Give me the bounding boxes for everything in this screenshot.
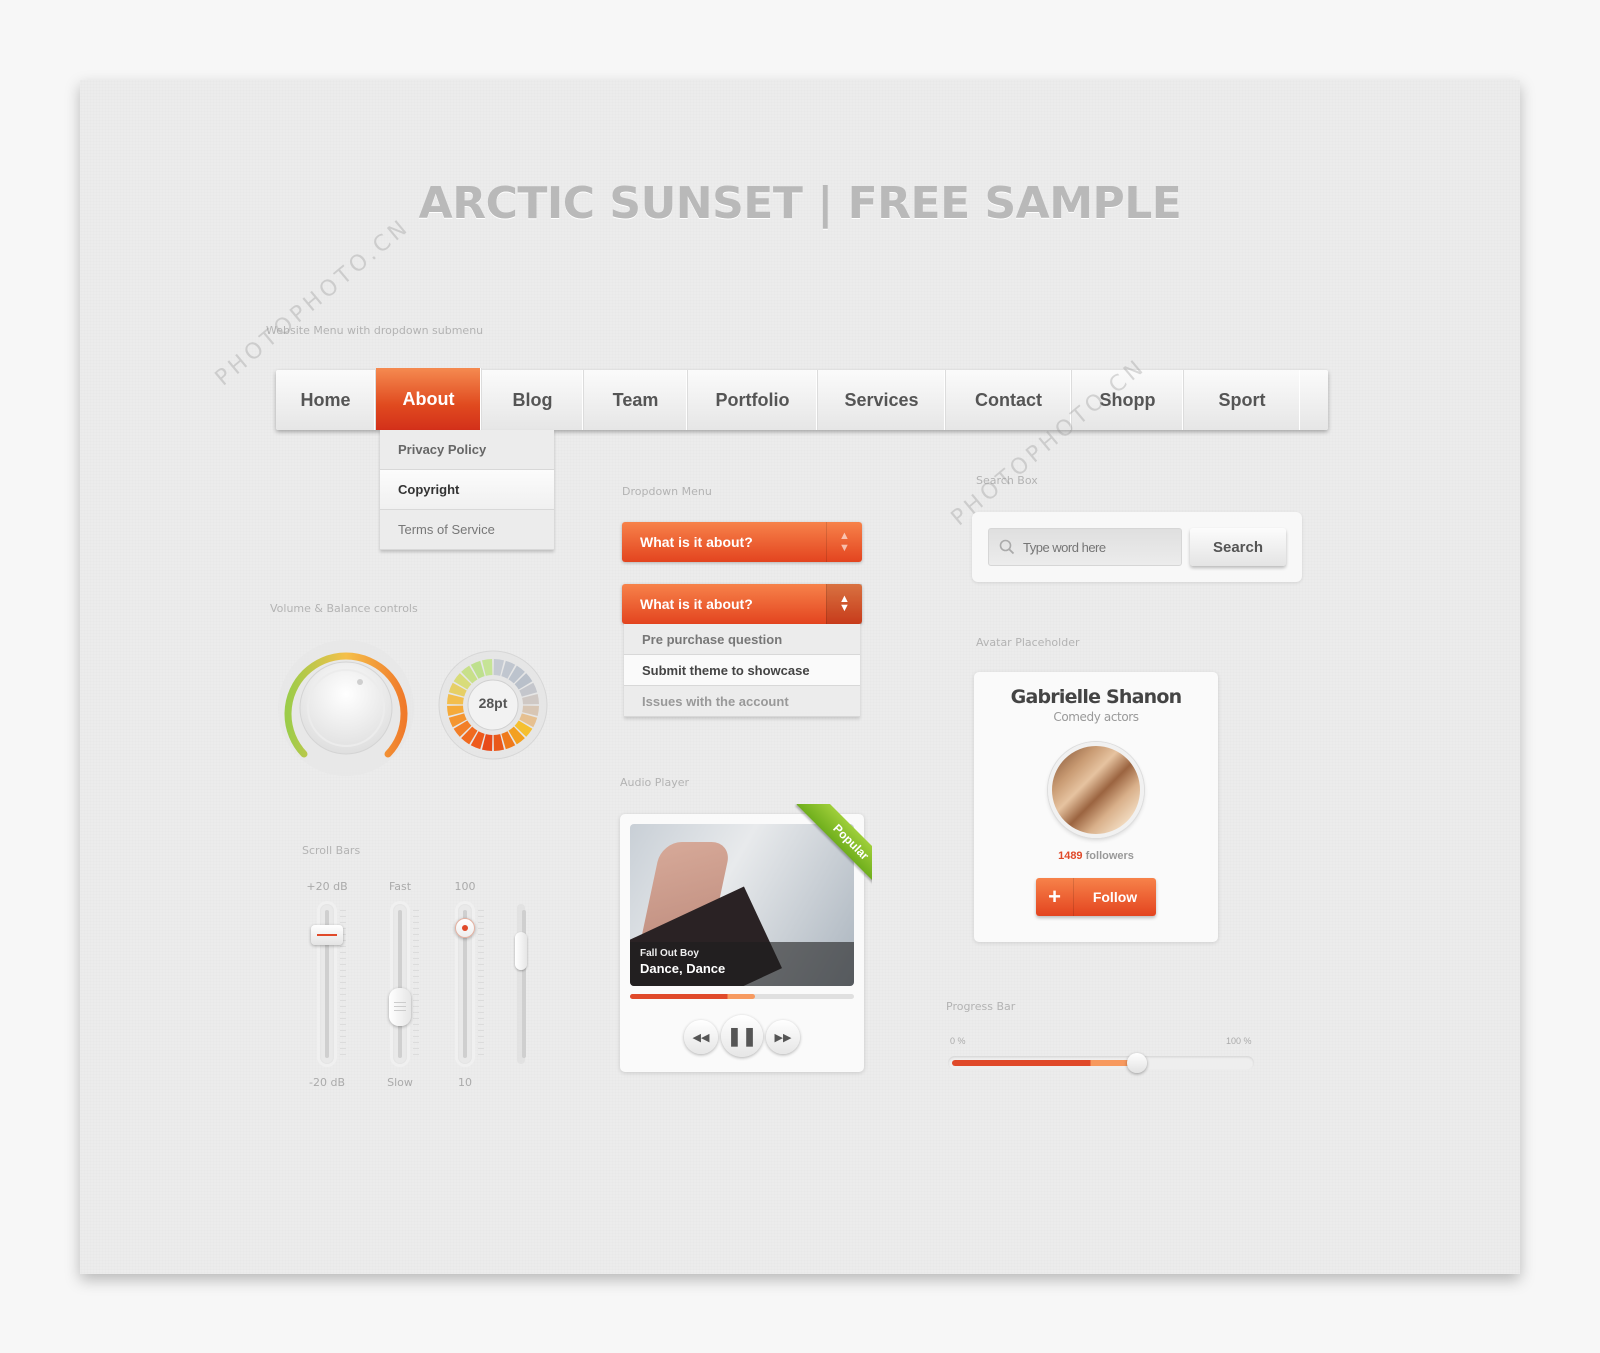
progress-section-label: Progress Bar <box>946 1000 1016 1013</box>
dropdown-options: Pre purchase question Submit theme to sh… <box>624 624 860 717</box>
profile-role: Comedy actors <box>1053 710 1139 724</box>
progress-min-label: 0 % <box>950 1036 966 1046</box>
dropdown-closed[interactable]: What is it about? ▲ ▼ <box>622 522 862 562</box>
scrollbar-thumb[interactable] <box>515 932 527 970</box>
dropdown-option[interactable]: Pre purchase question <box>624 624 860 655</box>
slider-min-label: 10 <box>458 1076 472 1089</box>
nav-item-contact[interactable]: Contact <box>946 370 1072 430</box>
follow-button[interactable]: + Follow <box>1036 878 1156 916</box>
popular-badge: Popular <box>796 804 872 896</box>
search-section-label: Search Box <box>976 474 1038 487</box>
page-title: ARCTIC SUNSET | FREE SAMPLE <box>418 178 1182 229</box>
nav-item-about[interactable]: About <box>376 368 482 430</box>
rewind-button[interactable]: ◀◀ <box>684 1020 718 1054</box>
controls-section-label: Volume & Balance controls <box>270 602 418 615</box>
plus-icon: + <box>1036 878 1074 916</box>
profile-name: Gabrielle Shanon <box>1010 686 1182 708</box>
track-caption: Fall Out Boy Dance, Dance <box>630 942 854 986</box>
slider-thumb[interactable] <box>389 988 411 1026</box>
updown-arrow-icon: ▲ ▼ <box>826 584 862 624</box>
nav-item-home[interactable]: Home <box>276 370 376 430</box>
dropdown-open[interactable]: What is it about? ▲ ▼ <box>622 584 862 624</box>
popular-ribbon: Popular <box>780 804 872 896</box>
avatar[interactable] <box>1048 742 1144 838</box>
pause-button[interactable]: ❚❚ <box>721 1015 763 1057</box>
submenu-item-copyright[interactable]: Copyright <box>380 470 554 510</box>
slider-max-label: Fast <box>388 880 412 893</box>
slider-ticks <box>478 910 484 1060</box>
updown-arrow-icon: ▲ ▼ <box>826 522 862 562</box>
speed-slider[interactable] <box>393 904 407 1064</box>
watermark: PHOTOPHOTO.CN <box>210 213 415 392</box>
avatar-section-label: Avatar Placeholder <box>976 636 1080 649</box>
nav-section-label: Website Menu with dropdown submenu <box>266 324 484 337</box>
dropdown-option[interactable]: Submit theme to showcase <box>624 655 860 686</box>
slider-max-label: 100 <box>454 880 476 893</box>
search-field <box>988 528 1182 566</box>
audio-progress-fill <box>630 994 756 999</box>
about-submenu: Privacy Policy Copyright Terms of Servic… <box>380 430 554 550</box>
profile-card: Gabrielle Shanon Comedy actors 1489 foll… <box>974 672 1218 942</box>
search-input[interactable] <box>1023 539 1173 555</box>
audio-progress-track[interactable] <box>630 994 854 999</box>
track-title: Dance, Dance <box>640 961 726 976</box>
submenu-item-terms[interactable]: Terms of Service <box>380 510 554 550</box>
progress-bar[interactable] <box>948 1053 1254 1073</box>
search-box: Search <box>972 512 1302 582</box>
followers-count: 1489 followers <box>974 850 1218 862</box>
rewind-icon: ◀◀ <box>692 1031 710 1044</box>
pause-icon: ❚❚ <box>726 1025 758 1046</box>
balance-dial[interactable]: 28pt <box>438 650 548 760</box>
followers-label: followers <box>1085 850 1134 862</box>
progress-thumb[interactable] <box>1126 1053 1147 1073</box>
nav-item-services[interactable]: Services <box>818 370 946 430</box>
slider-min-label: -20 dB <box>309 1076 345 1089</box>
progress-max-label: 100 % <box>1226 1036 1252 1046</box>
nav-item-shopp[interactable]: Shopp <box>1072 370 1184 430</box>
dropdown-open-group: What is it about? ▲ ▼ Pre purchase questi… <box>622 584 862 717</box>
knob-cap <box>299 661 393 755</box>
dial-value: 28pt <box>478 695 508 711</box>
track-artist: Fall Out Boy <box>640 948 699 959</box>
audio-section-label: Audio Player <box>620 776 689 789</box>
sliders-section-label: Scroll Bars <box>302 844 361 857</box>
dropdown-closed-label: What is it about? <box>640 534 753 550</box>
submenu-item-privacy-policy[interactable]: Privacy Policy <box>380 430 554 470</box>
follow-label: Follow <box>1092 889 1138 905</box>
progress-fill <box>952 1060 1137 1066</box>
search-button[interactable]: Search <box>1190 528 1286 566</box>
search-icon <box>999 539 1015 555</box>
slider-ticks <box>413 910 419 1060</box>
dropdown-open-label: What is it about? <box>640 596 753 612</box>
slider-thumb[interactable] <box>311 925 343 945</box>
scroll-slider[interactable] <box>517 904 526 1064</box>
forward-button[interactable]: ▶▶ <box>766 1020 800 1054</box>
volume-knob[interactable] <box>276 638 416 778</box>
slider-max-label: +20 dB <box>306 880 348 893</box>
slider-min-label: Slow <box>387 1076 413 1089</box>
dropdown-option[interactable]: Issues with the account <box>624 686 860 717</box>
dropdown-section-label: Dropdown Menu <box>622 485 712 498</box>
slider-thumb[interactable] <box>455 918 475 938</box>
audio-player: Fall Out Boy Dance, Dance Popular ◀◀ ❚❚ … <box>620 804 872 1072</box>
followers-number: 1489 <box>1058 850 1083 862</box>
nav-item-portfolio[interactable]: Portfolio <box>688 370 818 430</box>
fast-forward-icon: ▶▶ <box>774 1031 792 1044</box>
main-nav: Home About Blog Team Portfolio Services … <box>276 368 1328 430</box>
nav-item-team[interactable]: Team <box>584 370 688 430</box>
nav-item-blog[interactable]: Blog <box>482 370 584 430</box>
nav-item-sport[interactable]: Sport <box>1184 370 1300 430</box>
knob-indicator <box>357 679 363 685</box>
ui-kit-canvas: ARCTIC SUNSET | FREE SAMPLE Website Menu… <box>80 80 1520 1274</box>
